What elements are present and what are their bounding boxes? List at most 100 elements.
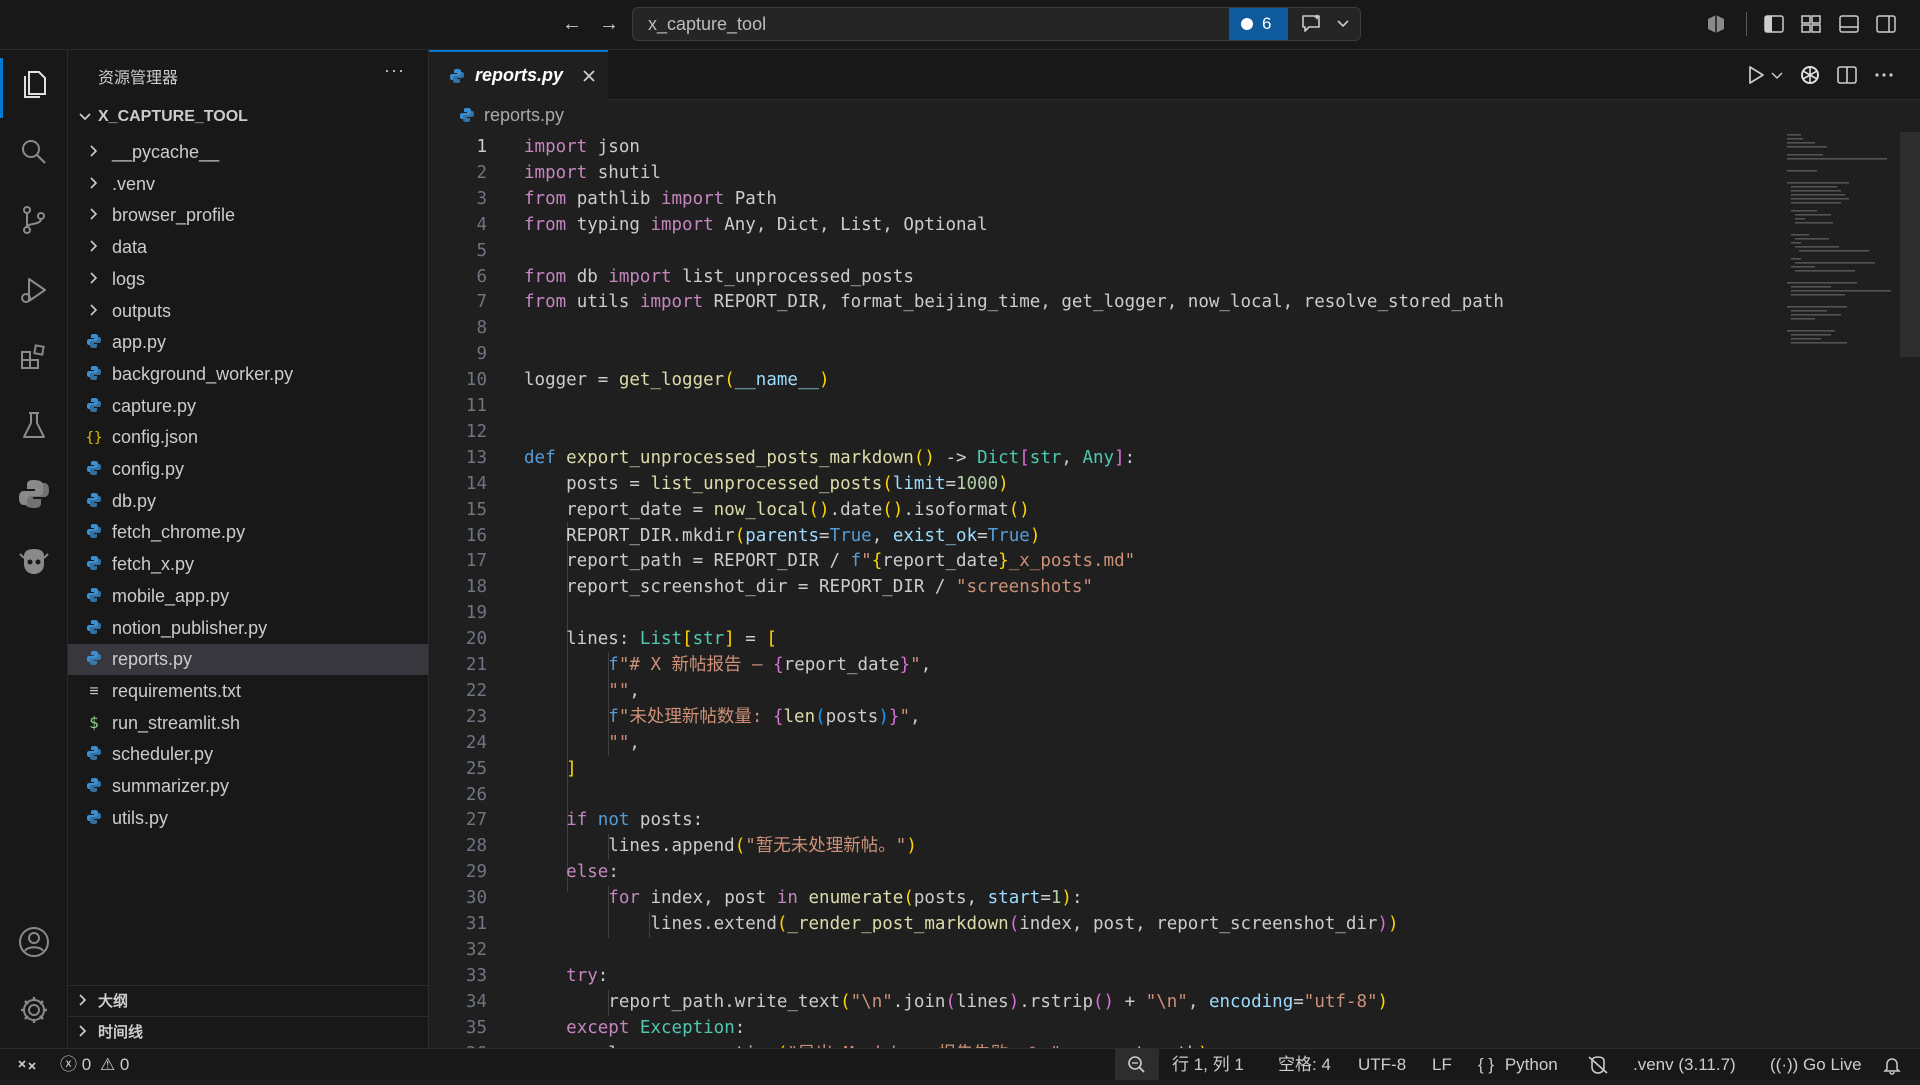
close-icon[interactable] xyxy=(579,66,599,86)
file-item[interactable]: utils.py xyxy=(68,803,428,834)
customize-layout-icon[interactable] xyxy=(1799,12,1823,36)
file-item[interactable]: $ run_streamlit.sh xyxy=(68,708,428,739)
file-item[interactable]: reports.py xyxy=(68,644,428,676)
code-line[interactable]: 13 def export_unprocessed_posts_markdown(… xyxy=(429,445,1779,471)
problems-indicator[interactable]: ⓧ 0 ⚠ 0 xyxy=(60,1049,129,1080)
code-line[interactable]: 17 report_path = REPORT_DIR / f"{report_… xyxy=(429,548,1779,574)
testing-icon[interactable] xyxy=(16,408,52,444)
folder-item[interactable]: logs xyxy=(68,264,428,295)
split-editor-icon[interactable] xyxy=(1834,62,1860,88)
code-line[interactable]: 1 import json xyxy=(429,134,1779,160)
minimap[interactable] xyxy=(1785,132,1900,362)
toggle-sidebar-icon[interactable] xyxy=(1762,12,1786,36)
extensions-icon[interactable] xyxy=(16,340,52,376)
tab-reports-py[interactable]: reports.py xyxy=(429,50,608,100)
code-line[interactable]: 4 from typing import Any, Dict, List, Opt… xyxy=(429,212,1779,238)
encoding-status[interactable]: UTF-8 xyxy=(1358,1049,1406,1080)
breadcrumb-file[interactable]: reports.py xyxy=(484,105,564,126)
file-item[interactable]: background_worker.py xyxy=(68,359,428,390)
explorer-icon[interactable] xyxy=(16,66,52,102)
code-line[interactable]: 32 xyxy=(429,937,1779,963)
outline-section[interactable]: 大纲 xyxy=(68,985,428,1015)
file-item[interactable]: config.py xyxy=(68,454,428,485)
cursor-position[interactable]: 行 1, 列 1 xyxy=(1172,1049,1244,1080)
file-item[interactable]: mobile_app.py xyxy=(68,581,428,612)
toggle-secondary-sidebar-icon[interactable] xyxy=(1874,12,1898,36)
file-item[interactable]: db.py xyxy=(68,486,428,517)
folder-item[interactable]: outputs xyxy=(68,296,428,327)
code-line[interactable]: 18 report_screenshot_dir = REPORT_DIR / … xyxy=(429,574,1779,600)
command-center[interactable]: x_capture_tool 6 xyxy=(632,7,1361,41)
notification-badge[interactable]: 6 xyxy=(1229,8,1288,40)
code-line[interactable]: 20 lines: List[str] = [ xyxy=(429,626,1779,652)
forward-arrow-icon[interactable]: → xyxy=(596,11,622,37)
code-line[interactable]: 2 import shutil xyxy=(429,160,1779,186)
more-actions-icon[interactable]: ··· xyxy=(384,60,405,81)
run-debug-icon[interactable] xyxy=(16,272,52,308)
zoom-status[interactable] xyxy=(1115,1049,1159,1080)
folder-item[interactable]: __pycache__ xyxy=(68,137,428,168)
file-item[interactable]: app.py xyxy=(68,327,428,358)
code-editor[interactable]: 1 import json 2 import shutil 3 from pathlib … xyxy=(429,132,1779,1048)
editor-scrollbar[interactable] xyxy=(1900,132,1920,357)
code-line[interactable]: 26 xyxy=(429,782,1779,808)
code-line[interactable]: 22 "", xyxy=(429,678,1779,704)
code-line[interactable]: 36 logger.exception("导出 Markdown 报告失败: %… xyxy=(429,1041,1779,1049)
code-line[interactable]: 16 REPORT_DIR.mkdir(parents=True, exist_… xyxy=(429,523,1779,549)
timeline-section[interactable]: 时间线 xyxy=(68,1016,428,1046)
code-line[interactable]: 8 xyxy=(429,315,1779,341)
code-line[interactable]: 33 try: xyxy=(429,963,1779,989)
chat-icon[interactable] xyxy=(1299,12,1325,36)
code-line[interactable]: 9 xyxy=(429,341,1779,367)
account-icon[interactable] xyxy=(16,924,52,960)
command-center-title[interactable]: x_capture_tool xyxy=(648,8,766,40)
eol-status[interactable]: LF xyxy=(1432,1049,1452,1080)
search-icon[interactable] xyxy=(16,134,52,170)
folder-item[interactable]: browser_profile xyxy=(68,200,428,231)
file-item[interactable]: fetch_chrome.py xyxy=(68,517,428,548)
code-line[interactable]: 27 if not posts: xyxy=(429,807,1779,833)
source-control-icon[interactable] xyxy=(16,202,52,238)
file-item[interactable]: scheduler.py xyxy=(68,739,428,770)
workspace-root[interactable]: X_CAPTURE_TOOL xyxy=(68,104,428,134)
code-line[interactable]: 10 logger = get_logger(__name__) xyxy=(429,367,1779,393)
more-actions-icon[interactable] xyxy=(1871,62,1897,88)
code-line[interactable]: 19 xyxy=(429,600,1779,626)
code-line[interactable]: 31 lines.extend(_render_post_markdown(in… xyxy=(429,911,1779,937)
file-item[interactable]: ≡ requirements.txt xyxy=(68,676,428,707)
toggle-panel-icon[interactable] xyxy=(1837,12,1861,36)
code-line[interactable]: 35 except Exception: xyxy=(429,1015,1779,1041)
copilot-disabled-icon[interactable] xyxy=(1586,1054,1610,1076)
code-line[interactable]: 15 report_date = now_local().date().isof… xyxy=(429,497,1779,523)
indentation-status[interactable]: 空格: 4 xyxy=(1278,1049,1331,1080)
chevron-down-icon[interactable] xyxy=(1769,62,1785,88)
run-python-icon[interactable] xyxy=(1743,62,1769,88)
code-line[interactable]: 25 ] xyxy=(429,756,1779,782)
code-line[interactable]: 14 posts = list_unprocessed_posts(limit=… xyxy=(429,471,1779,497)
folder-item[interactable]: .venv xyxy=(68,169,428,200)
back-arrow-icon[interactable]: ← xyxy=(559,11,585,37)
code-line[interactable]: 6 from db import list_unprocessed_posts xyxy=(429,264,1779,290)
python-icon[interactable] xyxy=(16,476,52,512)
code-line[interactable]: 23 f"未处理新帖数量: {len(posts)}", xyxy=(429,704,1779,730)
code-line[interactable]: 7 from utils import REPORT_DIR, format_be… xyxy=(429,289,1779,315)
file-item[interactable]: {} config.json xyxy=(68,422,428,453)
code-line[interactable]: 5 xyxy=(429,238,1779,264)
code-line[interactable]: 24 "", xyxy=(429,730,1779,756)
file-item[interactable]: capture.py xyxy=(68,391,428,422)
folder-item[interactable]: data xyxy=(68,232,428,263)
python-interpreter[interactable]: .venv (3.11.7) xyxy=(1633,1049,1736,1080)
copilot-icon[interactable] xyxy=(1704,12,1728,36)
language-mode[interactable]: { } Python xyxy=(1478,1049,1558,1080)
file-item[interactable]: notion_publisher.py xyxy=(68,613,428,644)
copilot-chat-icon[interactable] xyxy=(16,544,52,580)
code-line[interactable]: 11 xyxy=(429,393,1779,419)
code-line[interactable]: 34 report_path.write_text("\n".join(line… xyxy=(429,989,1779,1015)
file-item[interactable]: summarizer.py xyxy=(68,771,428,802)
code-line[interactable]: 30 for index, post in enumerate(posts, s… xyxy=(429,885,1779,911)
code-line[interactable]: 12 xyxy=(429,419,1779,445)
code-line[interactable]: 3 from pathlib import Path xyxy=(429,186,1779,212)
code-line[interactable]: 21 f"# X 新帖报告 — {report_date}", xyxy=(429,652,1779,678)
breadcrumb[interactable]: reports.py xyxy=(429,100,1920,132)
go-live-button[interactable]: ((·)) Go Live xyxy=(1770,1049,1862,1080)
